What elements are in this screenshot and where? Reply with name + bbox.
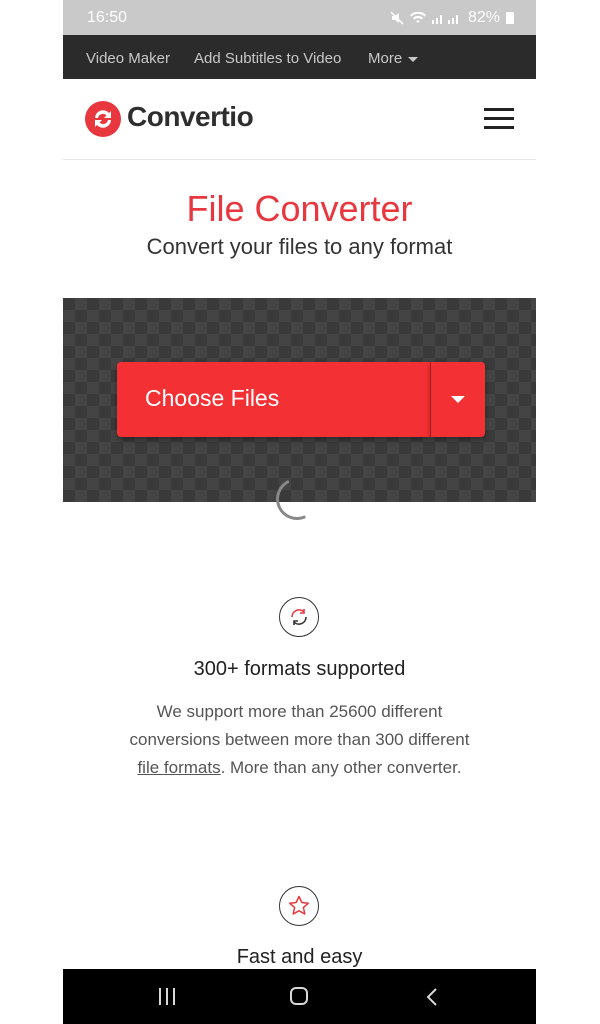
- mute-icon: [390, 11, 404, 25]
- choose-source-dropdown[interactable]: [431, 362, 485, 437]
- phone-screen: 16:50 82% Video Maker Add Subtitles to V…: [63, 0, 536, 1024]
- page-subtitle: Convert your files to any format: [146, 234, 453, 259]
- android-nav-bar: [63, 969, 536, 1024]
- hamburger-menu-icon[interactable]: [484, 108, 514, 130]
- home-icon[interactable]: [290, 987, 308, 1005]
- feature-desc-text: We support more than 25600 different con…: [129, 702, 470, 749]
- choose-files-label: Choose Files: [145, 385, 280, 411]
- brand-name[interactable]: Convertio: [127, 101, 254, 133]
- top-nav: Video Maker Add Subtitles to Video More: [63, 35, 536, 79]
- nav-video-maker[interactable]: Video Maker: [86, 50, 170, 67]
- page-title: File Converter: [186, 188, 413, 229]
- chevron-down-icon: [451, 396, 465, 403]
- status-time: 16:50: [87, 9, 128, 26]
- file-formats-link[interactable]: file formats: [137, 758, 220, 777]
- wifi-icon: [409, 12, 426, 23]
- feature-title-fast: Fast and easy: [236, 946, 363, 968]
- site-header: Convertio: [63, 79, 536, 160]
- status-bar: 16:50 82%: [63, 0, 536, 35]
- choose-files-button[interactable]: Choose Files: [117, 362, 430, 437]
- refresh-icon: [279, 597, 319, 637]
- signal-icon: [431, 15, 458, 24]
- feature-desc-text-end: . More than any other converter.: [220, 758, 462, 777]
- upload-area: Choose Files: [63, 298, 536, 502]
- nav-add-subtitles[interactable]: Add Subtitles to Video: [194, 50, 341, 67]
- feature-desc-formats: We support more than 25600 different con…: [123, 698, 476, 782]
- convertio-logo-icon[interactable]: [85, 101, 121, 137]
- chevron-down-icon: [408, 56, 419, 62]
- nav-more[interactable]: More: [368, 50, 419, 67]
- recent-apps-icon[interactable]: [159, 988, 175, 1005]
- battery-percent: 82%: [467, 9, 500, 26]
- star-icon: [279, 886, 319, 926]
- feature-title-formats: 300+ formats supported: [193, 658, 406, 680]
- back-icon[interactable]: [425, 987, 439, 1007]
- battery-icon: [506, 12, 514, 24]
- nav-more-label: More: [368, 50, 403, 67]
- status-icons: 82%: [390, 9, 514, 27]
